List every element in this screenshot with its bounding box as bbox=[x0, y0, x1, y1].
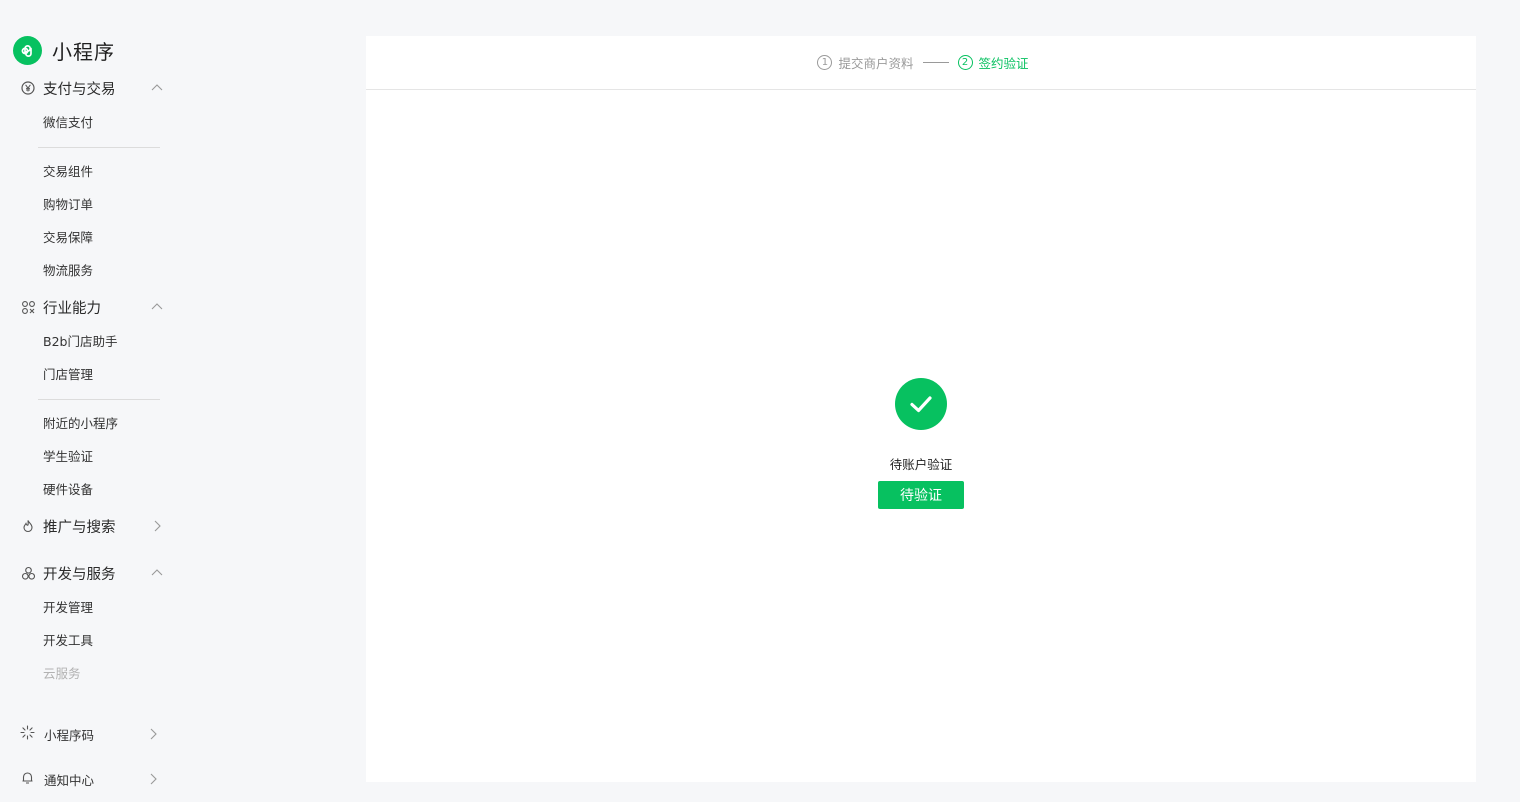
step-indicator: 1 提交商户资料 2 签约验证 bbox=[366, 36, 1476, 90]
bell-icon bbox=[20, 770, 35, 789]
sidebar-item-trade-component[interactable]: 交易组件 bbox=[43, 162, 93, 182]
nav-group-label: 开发与服务 bbox=[43, 566, 116, 583]
sidebar-item-trade-guarantee[interactable]: 交易保障 bbox=[43, 228, 93, 248]
divider bbox=[38, 399, 160, 400]
sidebar-footer-label: 通知中心 bbox=[44, 772, 95, 788]
sidebar-item-nearby-mini-programs[interactable]: 附近的小程序 bbox=[43, 414, 118, 434]
chevron-up-icon bbox=[151, 84, 163, 91]
chevron-right-icon bbox=[154, 520, 161, 532]
mini-program-logo-icon bbox=[13, 36, 42, 65]
step-label: 提交商户资料 bbox=[838, 56, 914, 71]
nav-group-industry[interactable]: 行业能力 bbox=[20, 295, 166, 319]
step-submit-merchant-info: 1 提交商户资料 bbox=[817, 53, 914, 72]
sidebar-item-cloud-service[interactable]: 云服务 bbox=[43, 664, 81, 684]
sidebar-item-shopping-orders[interactable]: 购物订单 bbox=[43, 195, 93, 215]
result-title: 待账户验证 bbox=[889, 457, 953, 472]
nav-group-label: 行业能力 bbox=[43, 300, 101, 317]
logo[interactable]: 小程序 bbox=[13, 36, 115, 65]
chevron-right-icon bbox=[150, 773, 157, 785]
sidebar-item-store-management[interactable]: 门店管理 bbox=[43, 365, 93, 385]
sidebar-item-notification-center[interactable]: 通知中心 bbox=[20, 768, 162, 790]
step-sign-verification: 2 签约验证 bbox=[957, 53, 1029, 72]
main-panel: 1 提交商户资料 2 签约验证 待账户验证 待验证 bbox=[366, 36, 1476, 782]
yen-circle-icon bbox=[20, 80, 36, 96]
brand-name: 小程序 bbox=[52, 40, 115, 64]
chevron-up-icon bbox=[151, 303, 163, 310]
sidebar-item-dev-tools[interactable]: 开发工具 bbox=[43, 631, 93, 651]
step-number: 1 bbox=[817, 55, 833, 70]
flame-icon bbox=[20, 518, 36, 534]
step-label: 签约验证 bbox=[978, 56, 1029, 71]
step-connector bbox=[922, 62, 949, 63]
sidebar-item-dev-management[interactable]: 开发管理 bbox=[43, 598, 93, 618]
nav-group-payment[interactable]: 支付与交易 bbox=[20, 76, 166, 100]
verify-button[interactable]: 待验证 bbox=[878, 481, 964, 509]
sidebar-item-logistics[interactable]: 物流服务 bbox=[43, 261, 93, 281]
clover-icon bbox=[20, 565, 36, 581]
nav-group-label: 推广与搜索 bbox=[43, 519, 116, 536]
step-number: 2 bbox=[957, 55, 973, 70]
sidebar-item-b2b-store-assistant[interactable]: B2b门店助手 bbox=[43, 332, 117, 352]
sidebar-item-hardware[interactable]: 硬件设备 bbox=[43, 480, 93, 500]
sidebar: 小程序 支付与交易 微信支付 交易组件 购物订单 交易保障 物流服务 行业能力 … bbox=[0, 0, 200, 802]
sidebar-item-student-verification[interactable]: 学生验证 bbox=[43, 447, 93, 467]
chevron-right-icon bbox=[150, 728, 157, 740]
sidebar-item-wechat-pay[interactable]: 微信支付 bbox=[43, 113, 93, 133]
success-check-icon bbox=[895, 378, 947, 430]
chevron-up-icon bbox=[151, 569, 163, 576]
nav-group-development[interactable]: 开发与服务 bbox=[20, 561, 166, 585]
sunburst-icon bbox=[20, 724, 35, 744]
nav-group-promotion[interactable]: 推广与搜索 bbox=[20, 514, 166, 538]
sidebar-footer-label: 小程序码 bbox=[44, 727, 95, 743]
industry-icon bbox=[20, 299, 36, 315]
divider bbox=[38, 147, 160, 148]
nav-group-label: 支付与交易 bbox=[43, 81, 116, 98]
sidebar-item-mini-program-code[interactable]: 小程序码 bbox=[20, 723, 162, 745]
result-panel: 待账户验证 待验证 bbox=[366, 378, 1476, 509]
